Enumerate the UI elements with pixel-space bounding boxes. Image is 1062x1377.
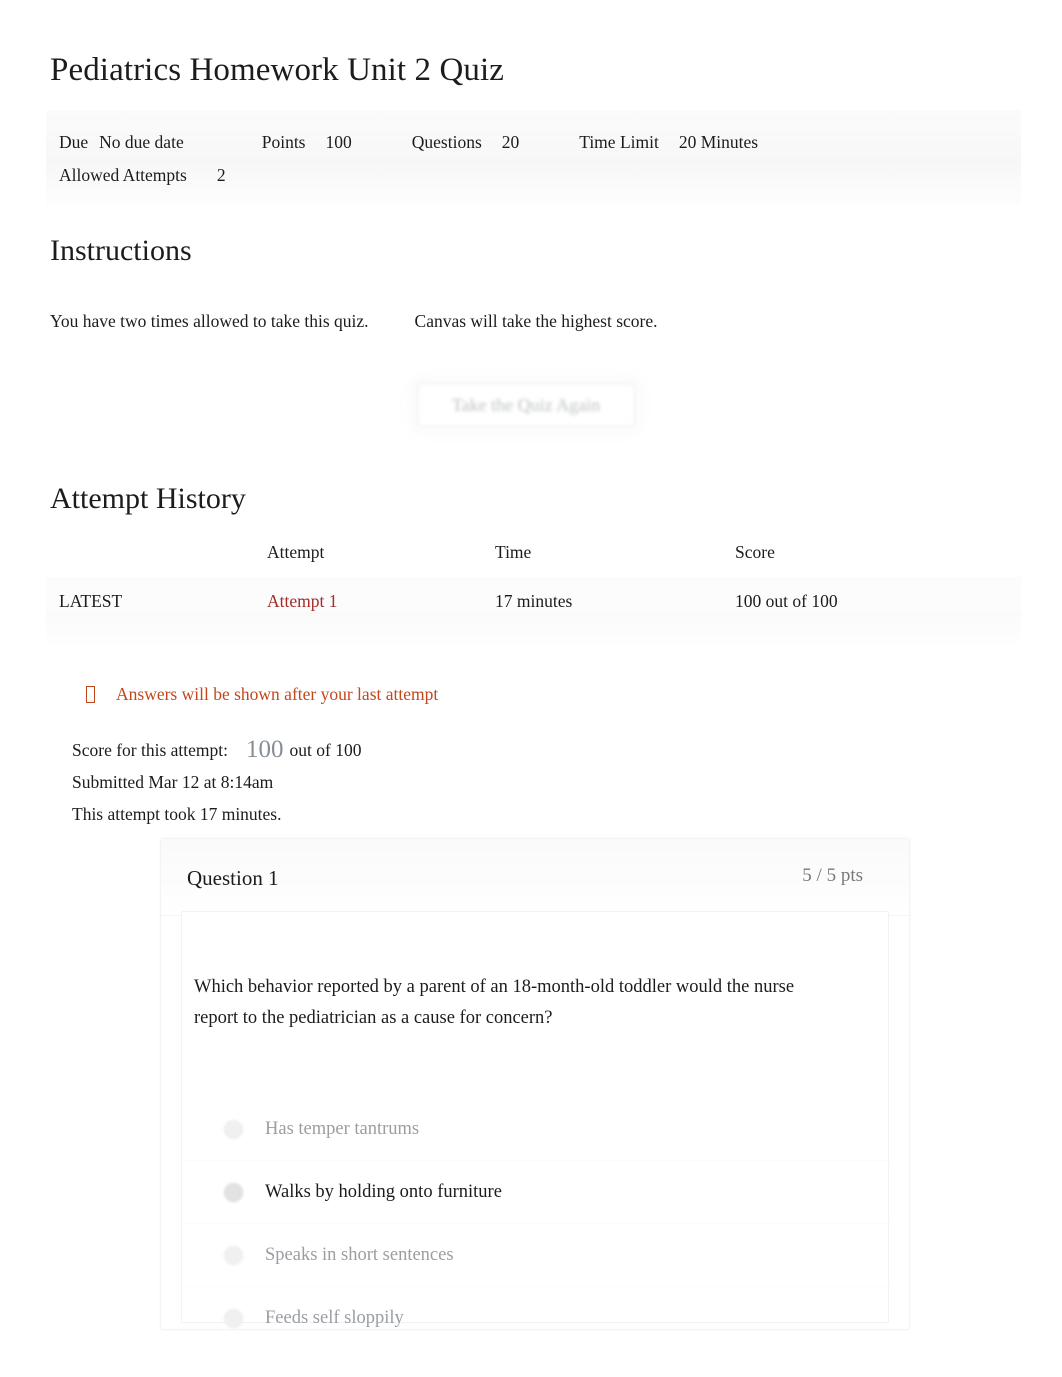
- score-for-attempt-label: Score for this attempt:: [72, 740, 229, 760]
- column-header-kept: [46, 538, 267, 577]
- instructions-heading: Instructions: [50, 234, 192, 267]
- instructions-text-part1: You have two times allowed to take this …: [50, 311, 369, 331]
- take-quiz-again-wrapper: Take the Quiz Again: [406, 376, 659, 438]
- instructions-text-part2: Canvas will take the highest score.: [414, 311, 658, 331]
- answer-option-label: Feeds self sloppily: [265, 1307, 404, 1328]
- allowed-attempts-label: Allowed Attempts: [59, 165, 187, 185]
- radio-button-icon[interactable]: [224, 1308, 243, 1328]
- question-card-body: Which behavior reported by a parent of a…: [181, 911, 890, 1328]
- attempt-duration: This attempt took 17 minutes.: [72, 804, 282, 824]
- instructions-text: You have two times allowed to take this …: [50, 311, 658, 332]
- quiz-meta-band: Due No due date Points 100 Questions 20 Time L…: [46, 110, 1021, 205]
- answer-option-1[interactable]: Has temper tantrums: [182, 1098, 890, 1161]
- radio-button-icon[interactable]: [224, 1119, 243, 1139]
- answer-option-4[interactable]: Feeds self sloppily: [182, 1287, 890, 1349]
- answers-shown-notice: Answers will be shown after your last at…: [86, 684, 438, 705]
- quiz-results-page: Pediatrics Homework Unit 2 Quiz Due No du…: [0, 0, 1062, 1377]
- questions-label: Questions: [411, 132, 482, 152]
- attempt-summary: Score for this attempt: 100 out of 100 Sub…: [72, 734, 361, 830]
- attempt-history-header-row: Attempt Time Score: [46, 538, 1021, 577]
- radio-button-icon[interactable]: [224, 1182, 243, 1202]
- answer-option-label: Speaks in short sentences: [265, 1244, 454, 1265]
- points-label: Points: [261, 132, 306, 152]
- column-header-attempt: Attempt: [267, 542, 325, 562]
- question-number: Question 1: [187, 866, 279, 890]
- quiz-meta-row-primary: Due No due date Points 100 Questions 20 Time L…: [59, 132, 758, 153]
- attempt-table-footer-band: [46, 612, 1021, 647]
- attempt-1-link[interactable]: Attempt 1: [267, 591, 337, 611]
- questions-value: 20: [501, 132, 520, 152]
- answer-option-3[interactable]: Speaks in short sentences: [182, 1224, 890, 1287]
- score-out-of: out of 100: [289, 740, 362, 760]
- question-card: Question 1 5 / 5 pts Which behavior repo…: [160, 838, 910, 1330]
- quiz-meta-row-secondary: Allowed Attempts 2: [59, 165, 226, 186]
- answer-option-label: Has temper tantrums: [265, 1118, 420, 1139]
- radio-button-icon[interactable]: [224, 1245, 243, 1265]
- question-text: Which behavior reported by a parent of a…: [194, 977, 795, 1028]
- due-value: No due date: [99, 132, 184, 152]
- take-quiz-again-button[interactable]: Take the Quiz Again: [417, 383, 635, 427]
- time-limit-value: 20 Minutes: [678, 132, 759, 152]
- answer-option-2[interactable]: Walks by holding onto furniture: [182, 1161, 890, 1224]
- question-points: 5 / 5 pts: [802, 865, 863, 886]
- submitted-timestamp: Submitted Mar 12 at 8:14am: [72, 772, 274, 792]
- due-label: Due: [59, 132, 89, 152]
- answer-options-list: Has temper tantrums Walks by holding ont…: [182, 1098, 890, 1349]
- points-value: 100: [325, 132, 352, 152]
- warning-tofu-icon: [86, 686, 95, 703]
- column-header-score: Score: [735, 542, 775, 562]
- attempt-score-line: Score for this attempt: 100 out of 100: [72, 734, 361, 766]
- column-header-time: Time: [495, 542, 532, 562]
- question-card-header: Question 1 5 / 5 pts: [161, 839, 909, 916]
- answer-option-label: Walks by holding onto furniture: [265, 1181, 502, 1202]
- score-value: 100: [246, 736, 284, 763]
- answers-shown-notice-text: Answers will be shown after your last at…: [116, 684, 439, 704]
- attempt-history-heading: Attempt History: [50, 482, 246, 515]
- allowed-attempts-value: 2: [216, 165, 226, 185]
- time-limit-label: Time Limit: [579, 132, 659, 152]
- page-title: Pediatrics Homework Unit 2 Quiz: [50, 52, 505, 88]
